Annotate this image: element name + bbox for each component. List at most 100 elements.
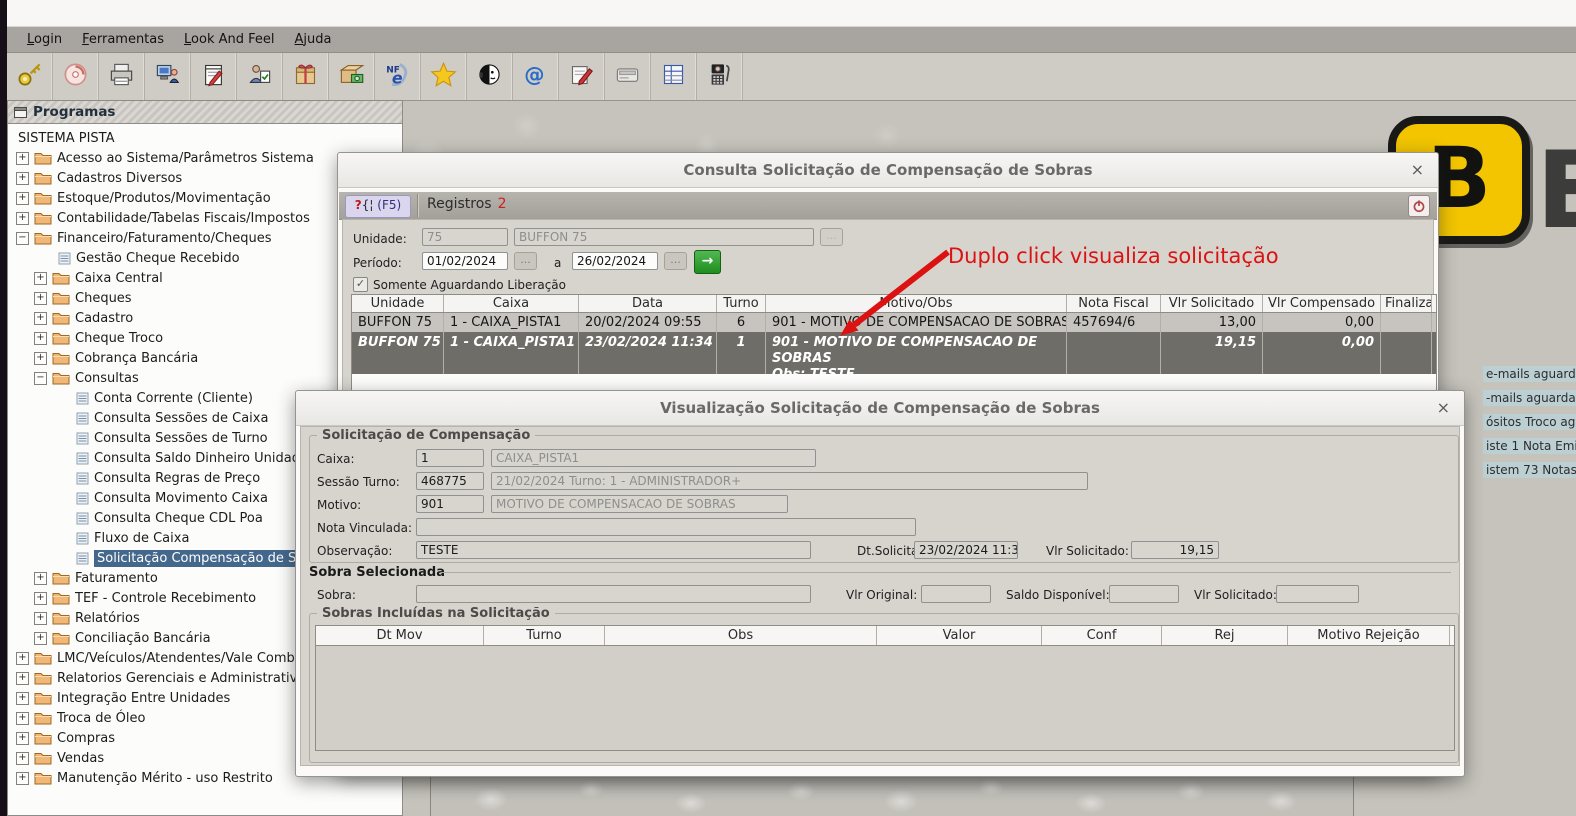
tree-item-label: Acesso ao Sistema/Parâmetros Sistema — [57, 151, 314, 166]
column-header[interactable]: Caixa — [444, 295, 579, 312]
motivo-code-field[interactable]: 901 — [416, 495, 484, 513]
expand-icon[interactable]: + — [34, 272, 47, 285]
search-go-button[interactable]: → — [694, 250, 721, 274]
expand-icon[interactable]: + — [16, 212, 29, 225]
key-login-button[interactable] — [7, 53, 53, 100]
expand-icon[interactable]: + — [34, 352, 47, 365]
gift-box-button[interactable] — [283, 53, 329, 100]
user-document-button[interactable] — [237, 53, 283, 100]
periodo-from-browse-button[interactable]: ... — [514, 252, 537, 270]
close-icon[interactable]: × — [1437, 391, 1450, 425]
expand-icon[interactable]: + — [16, 772, 29, 785]
support-headset-button[interactable] — [467, 53, 513, 100]
notes-pen-button[interactable] — [559, 53, 605, 100]
column-header[interactable]: Data — [579, 295, 717, 312]
vlr-solicitado-field[interactable]: 19,15 — [1131, 541, 1219, 559]
caixa-desc-field[interactable]: CAIXA_PISTA1 — [491, 449, 816, 467]
favorites-star-button[interactable] — [421, 53, 467, 100]
column-header[interactable]: Turno — [484, 626, 605, 645]
column-header[interactable]: Valor — [877, 626, 1042, 645]
menu-item-look-and-feel[interactable]: Look And Feel — [174, 32, 284, 47]
observacao-field[interactable]: TESTE — [416, 541, 811, 559]
record-disc-button[interactable] — [53, 53, 99, 100]
menu-item-login[interactable]: Login — [17, 32, 72, 47]
periodo-to-field[interactable]: 26/02/2024 — [572, 252, 658, 270]
vlr-original-field[interactable] — [921, 585, 991, 603]
unidade-name-field[interactable]: BUFFON 75 — [514, 228, 814, 246]
aguardando-checkbox[interactable]: ✓ — [353, 277, 368, 292]
notification-message[interactable]: e-mails aguardando agrupam — [1483, 366, 1576, 382]
column-header[interactable]: Conf — [1042, 626, 1162, 645]
expand-icon[interactable]: + — [34, 292, 47, 305]
notification-message[interactable]: istem 73 Notas Rejeita — [1483, 462, 1576, 478]
periodo-from-field[interactable]: 01/02/2024 — [422, 252, 508, 270]
menu-item-ajuda[interactable]: Ajuda — [285, 32, 342, 47]
sobras-incluidas-table-body[interactable] — [316, 646, 1454, 750]
notification-message[interactable]: -mails aguardando envi — [1483, 390, 1576, 406]
money-box-button[interactable] — [329, 53, 375, 100]
card-reader-button[interactable] — [605, 53, 651, 100]
notification-message[interactable]: ósitos Troco aguardand — [1483, 414, 1576, 430]
expand-icon[interactable]: + — [16, 192, 29, 205]
unidade-code-field[interactable]: 75 — [422, 228, 508, 246]
nfe-logo-button[interactable]: NFe — [375, 53, 421, 100]
expand-icon[interactable]: + — [16, 752, 29, 765]
email-at-button[interactable]: @ — [513, 53, 559, 100]
fuel-pos-button[interactable] — [697, 53, 743, 100]
caixa-code-field[interactable]: 1 — [416, 449, 484, 467]
close-stop-button[interactable] — [1408, 195, 1430, 217]
expand-icon[interactable]: + — [16, 172, 29, 185]
notepad-button[interactable] — [191, 53, 237, 100]
close-icon[interactable]: × — [1411, 153, 1424, 187]
collapse-icon[interactable]: − — [16, 232, 29, 245]
expand-icon[interactable]: + — [16, 732, 29, 745]
motivo-desc-field[interactable]: MOTIVO DE COMPENSACAO DE SOBRAS — [491, 495, 788, 513]
column-header[interactable]: Finalizado — [1381, 295, 1432, 312]
sobra-field[interactable] — [416, 585, 811, 603]
consulta-dialog-titlebar[interactable]: Consulta Solicitação de Compensação de S… — [338, 153, 1438, 188]
tree-item[interactable]: SISTEMA PISTA — [8, 128, 402, 148]
expand-icon[interactable]: + — [34, 332, 47, 345]
expand-icon[interactable]: + — [16, 692, 29, 705]
expand-icon[interactable]: + — [16, 652, 29, 665]
expand-icon[interactable]: + — [34, 572, 47, 585]
expand-icon[interactable]: + — [34, 612, 47, 625]
refresh-f5-button[interactable]: ?{¦ (F5) — [345, 195, 411, 218]
table-empty-area[interactable] — [352, 374, 1436, 390]
expand-icon[interactable]: + — [34, 592, 47, 605]
expand-icon[interactable]: + — [16, 712, 29, 725]
column-header[interactable]: Dt Mov — [316, 626, 484, 645]
printer-button[interactable] — [99, 53, 145, 100]
tree-item-label: Consulta Saldo Dinheiro Unidade — [94, 451, 308, 466]
sobra-label: Sobra: — [317, 588, 356, 602]
workstation-button[interactable] — [145, 53, 191, 100]
folder-icon — [34, 171, 52, 185]
column-header[interactable]: Unidade — [352, 295, 444, 312]
expand-icon[interactable]: + — [34, 632, 47, 645]
nota-vinculada-field[interactable] — [416, 518, 916, 536]
collapse-icon[interactable]: − — [34, 372, 47, 385]
expand-icon[interactable]: + — [16, 152, 29, 165]
sessao-code-field[interactable]: 468775 — [416, 472, 484, 490]
periodo-to-browse-button[interactable]: ... — [664, 252, 687, 270]
notification-message[interactable]: iste 1 Nota Emitida em — [1483, 438, 1576, 454]
visualizacao-dialog-titlebar[interactable]: Visualização Solicitação de Compensação … — [296, 391, 1464, 426]
toolbar-separator — [417, 194, 419, 217]
tree-item-label: Manutenção Mérito - uso Restrito — [57, 771, 273, 786]
dt-solicitacao-field[interactable]: 23/02/2024 11:34 — [914, 541, 1018, 559]
menu-item-ferramentas[interactable]: Ferramentas — [72, 32, 174, 47]
column-header[interactable]: Turno — [717, 295, 766, 312]
column-header[interactable]: Nota Fiscal — [1067, 295, 1161, 312]
expand-icon[interactable]: + — [34, 312, 47, 325]
column-header[interactable]: Vlr Solicitado — [1161, 295, 1263, 312]
column-header[interactable]: Rej — [1162, 626, 1288, 645]
column-header[interactable]: Obs — [605, 626, 877, 645]
column-header[interactable]: Motivo Rejeição — [1288, 626, 1450, 645]
data-table-button[interactable] — [651, 53, 697, 100]
vlr-solicitado2-field[interactable] — [1276, 585, 1359, 603]
sessao-desc-field[interactable]: 21/02/2024 Turno: 1 - ADMINISTRADOR+ — [491, 472, 1088, 490]
expand-icon[interactable]: + — [16, 672, 29, 685]
saldo-disponivel-field[interactable] — [1109, 585, 1179, 603]
column-header[interactable]: Vlr Compensado — [1263, 295, 1381, 312]
application-window: LoginFerramentasLook And FeelAjuda NFe@ … — [0, 0, 1576, 816]
